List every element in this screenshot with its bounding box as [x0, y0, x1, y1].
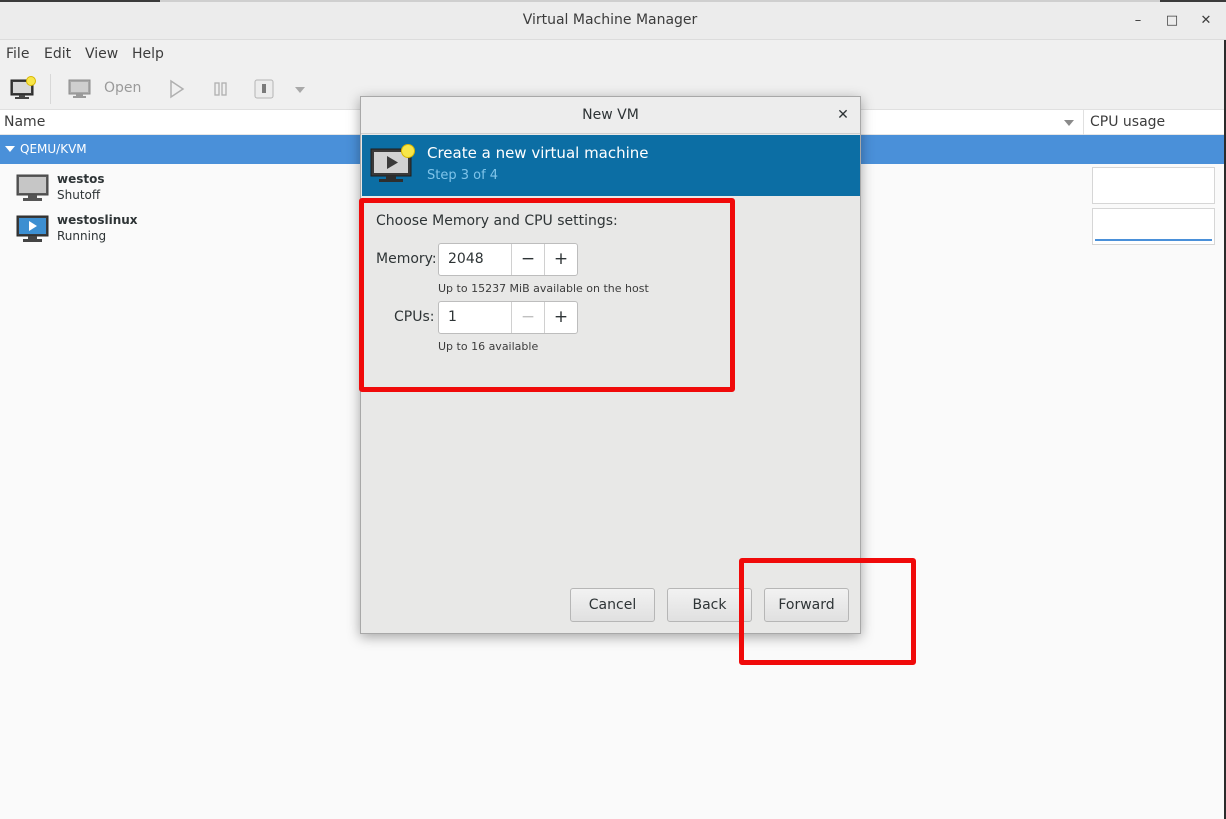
menu-view[interactable]: View [85, 46, 118, 62]
maximize-button[interactable]: □ [1162, 11, 1182, 31]
toolbar-separator [50, 74, 51, 104]
cancel-button[interactable]: Cancel [570, 588, 655, 622]
shutdown-icon [254, 79, 274, 99]
annotation-highlight-settings [359, 198, 735, 392]
minimize-button[interactable]: – [1128, 11, 1148, 31]
new-vm-button[interactable] [10, 76, 38, 102]
vm-row-westoslinux[interactable]: westoslinux Running [0, 209, 360, 249]
cpu-usage-graph-westoslinux [1092, 208, 1215, 245]
vm-row-westos[interactable]: westos Shutoff [0, 168, 360, 208]
wizard-banner: Create a new virtual machine Step 3 of 4 [362, 135, 860, 196]
menu-help[interactable]: Help [132, 46, 164, 62]
new-vm-icon [10, 76, 36, 99]
menu-edit[interactable]: Edit [44, 46, 71, 62]
pause-icon [214, 82, 227, 96]
play-icon [170, 79, 185, 99]
chevron-down-icon [295, 87, 305, 93]
wizard-step: Step 3 of 4 [427, 168, 499, 183]
pause-button[interactable] [212, 76, 232, 102]
menu-file[interactable]: File [6, 46, 29, 62]
vm-status: Shutoff [57, 188, 101, 202]
cpu-usage-graph-westos [1092, 167, 1215, 204]
close-window-button[interactable]: ✕ [1196, 11, 1216, 31]
dialog-titlebar: New VM ✕ [361, 97, 860, 134]
open-label: Open [104, 80, 142, 96]
window-title: Virtual Machine Manager [522, 12, 698, 28]
open-button[interactable]: Open [68, 76, 148, 102]
vm-name: westoslinux [57, 213, 138, 227]
dialog-title: New VM [582, 107, 639, 123]
new-vm-icon [370, 144, 415, 182]
vm-status: Running [57, 229, 107, 243]
cpu-usage-line [1095, 239, 1212, 241]
column-dropdown-icon[interactable] [1063, 119, 1075, 127]
annotation-highlight-forward [739, 558, 916, 665]
shutdown-menu-dropdown[interactable] [294, 76, 308, 102]
shutdown-button[interactable] [253, 76, 275, 102]
connection-label: QEMU/KVM [20, 142, 87, 156]
cpu-usage-column-header[interactable]: CPU usage [1090, 114, 1165, 130]
vm-shutoff-icon [16, 174, 49, 201]
name-column-header[interactable]: Name [4, 114, 45, 130]
vm-name: westos [57, 172, 105, 186]
menu-bar: File Edit View Help [0, 40, 1226, 68]
window-titlebar: Virtual Machine Manager – □ ✕ [0, 2, 1226, 40]
run-button[interactable] [168, 76, 188, 102]
vm-running-icon [16, 215, 49, 242]
expander-arrow-icon[interactable] [5, 146, 15, 152]
dialog-close-button[interactable]: ✕ [835, 106, 851, 124]
wizard-title: Create a new virtual machine [427, 144, 649, 162]
monitor-icon [68, 79, 91, 98]
